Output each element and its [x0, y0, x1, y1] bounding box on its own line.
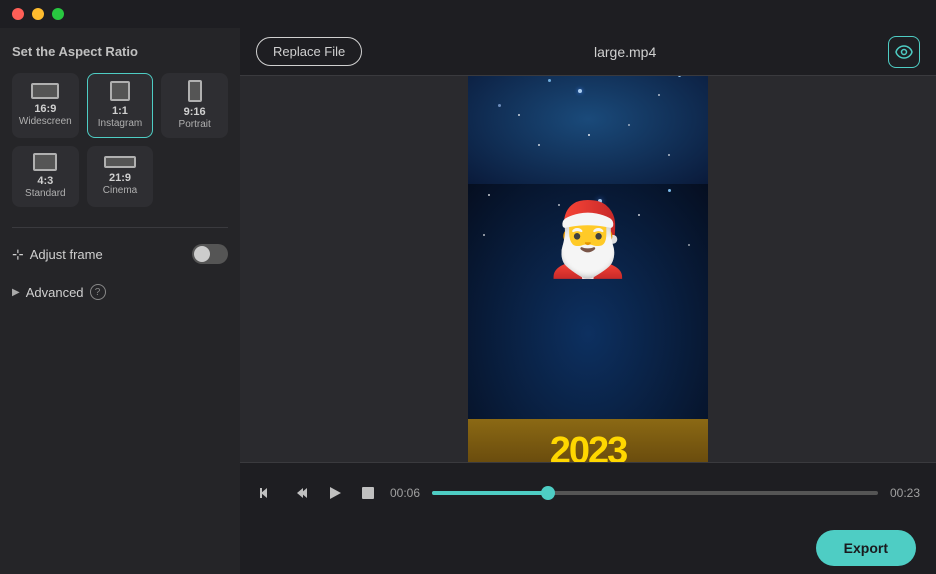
- video-container: 🎅 2023: [468, 76, 708, 462]
- maximize-button[interactable]: [52, 8, 64, 20]
- adjust-frame-icon: ⊹: [12, 246, 24, 263]
- sidebar-title: Set the Aspect Ratio: [12, 44, 228, 59]
- advanced-label: Advanced: [26, 285, 84, 300]
- play-icon: [328, 486, 342, 500]
- aspect-ratio-grid: 16:9 Widescreen 1:1 Instagram 9:16 Portr…: [12, 73, 228, 138]
- minimize-button[interactable]: [32, 8, 44, 20]
- top-bar: Replace File large.mp4: [240, 28, 936, 76]
- close-button[interactable]: [12, 8, 24, 20]
- aspect-ratio-label-16-9: 16:9: [19, 103, 72, 116]
- export-button[interactable]: Export: [816, 530, 916, 566]
- step-back-button[interactable]: [290, 482, 312, 504]
- aspect-icon-1-1: [110, 81, 130, 101]
- advanced-row[interactable]: ▶ Advanced ?: [12, 280, 228, 304]
- info-icon[interactable]: ?: [90, 284, 106, 300]
- chevron-right-icon: ▶: [12, 287, 20, 298]
- aspect-ratio-16-9[interactable]: 16:9 Widescreen: [12, 73, 79, 138]
- aspect-icon-21-9: [104, 156, 136, 168]
- stars-background-bottom: 🎅 2023: [468, 184, 708, 462]
- title-bar: [0, 0, 936, 28]
- aspect-name-21-9: Cinema: [103, 185, 137, 197]
- play-button[interactable]: [324, 482, 346, 504]
- video-bottom: 🎅 2023: [468, 184, 708, 462]
- aspect-ratio-4-3[interactable]: 4:3 Standard: [12, 146, 79, 207]
- stop-icon: [362, 487, 374, 499]
- step-back-icon: [294, 486, 308, 500]
- aspect-ratio-9-16[interactable]: 9:16 Portrait: [161, 73, 228, 138]
- santa-figure: 🎅: [543, 204, 633, 276]
- aspect-icon-4-3: [33, 153, 57, 171]
- rewind-icon: [260, 486, 274, 500]
- aspect-name-4-3: Standard: [25, 188, 66, 200]
- sidebar: Set the Aspect Ratio 16:9 Widescreen 1:1…: [0, 28, 240, 574]
- adjust-frame-toggle[interactable]: [192, 244, 228, 264]
- aspect-name-9-16: Portrait: [179, 119, 211, 131]
- divider-1: [12, 227, 228, 228]
- stop-button[interactable]: [358, 483, 378, 503]
- video-area: 🎅 2023: [240, 76, 936, 462]
- aspect-icon-9-16: [188, 80, 202, 102]
- video-top: [468, 76, 708, 184]
- content-area: Replace File large.mp4: [240, 28, 936, 574]
- aspect-name-1-1: Instagram: [98, 118, 142, 130]
- replace-file-button[interactable]: Replace File: [256, 37, 362, 66]
- aspect-ratio-label-9-16: 9:16: [179, 106, 211, 119]
- aspect-ratio-1-1[interactable]: 1:1 Instagram: [87, 73, 154, 138]
- bottom-bar: Export: [240, 522, 936, 574]
- current-time: 00:06: [390, 486, 420, 500]
- adjust-frame-row: ⊹ Adjust frame: [12, 240, 228, 268]
- playback-bar: 00:06 00:23: [240, 462, 936, 522]
- aspect-name-16-9: Widescreen: [19, 116, 72, 128]
- aspect-ratio-label-1-1: 1:1: [98, 105, 142, 118]
- eye-icon: [895, 45, 913, 59]
- progress-track[interactable]: [432, 491, 878, 495]
- adjust-frame-label: ⊹ Adjust frame: [12, 246, 103, 263]
- year-banner: 2023: [468, 419, 708, 462]
- rewind-button[interactable]: [256, 482, 278, 504]
- stars-background-top: [468, 76, 708, 184]
- aspect-ratio-label-21-9: 21:9: [103, 172, 137, 185]
- aspect-ratio-21-9[interactable]: 21:9 Cinema: [87, 146, 154, 207]
- aspect-ratio-label-4-3: 4:3: [25, 175, 66, 188]
- preview-button[interactable]: [888, 36, 920, 68]
- file-name: large.mp4: [362, 44, 888, 60]
- aspect-icon-16-9: [31, 83, 59, 99]
- year-text: 2023: [550, 430, 627, 462]
- total-time: 00:23: [890, 486, 920, 500]
- toggle-knob: [194, 246, 210, 262]
- progress-thumb: [541, 486, 555, 500]
- main-area: Set the Aspect Ratio 16:9 Widescreen 1:1…: [0, 28, 936, 574]
- aspect-ratio-grid-2: 4:3 Standard 21:9 Cinema: [12, 146, 228, 207]
- progress-fill: [432, 491, 548, 495]
